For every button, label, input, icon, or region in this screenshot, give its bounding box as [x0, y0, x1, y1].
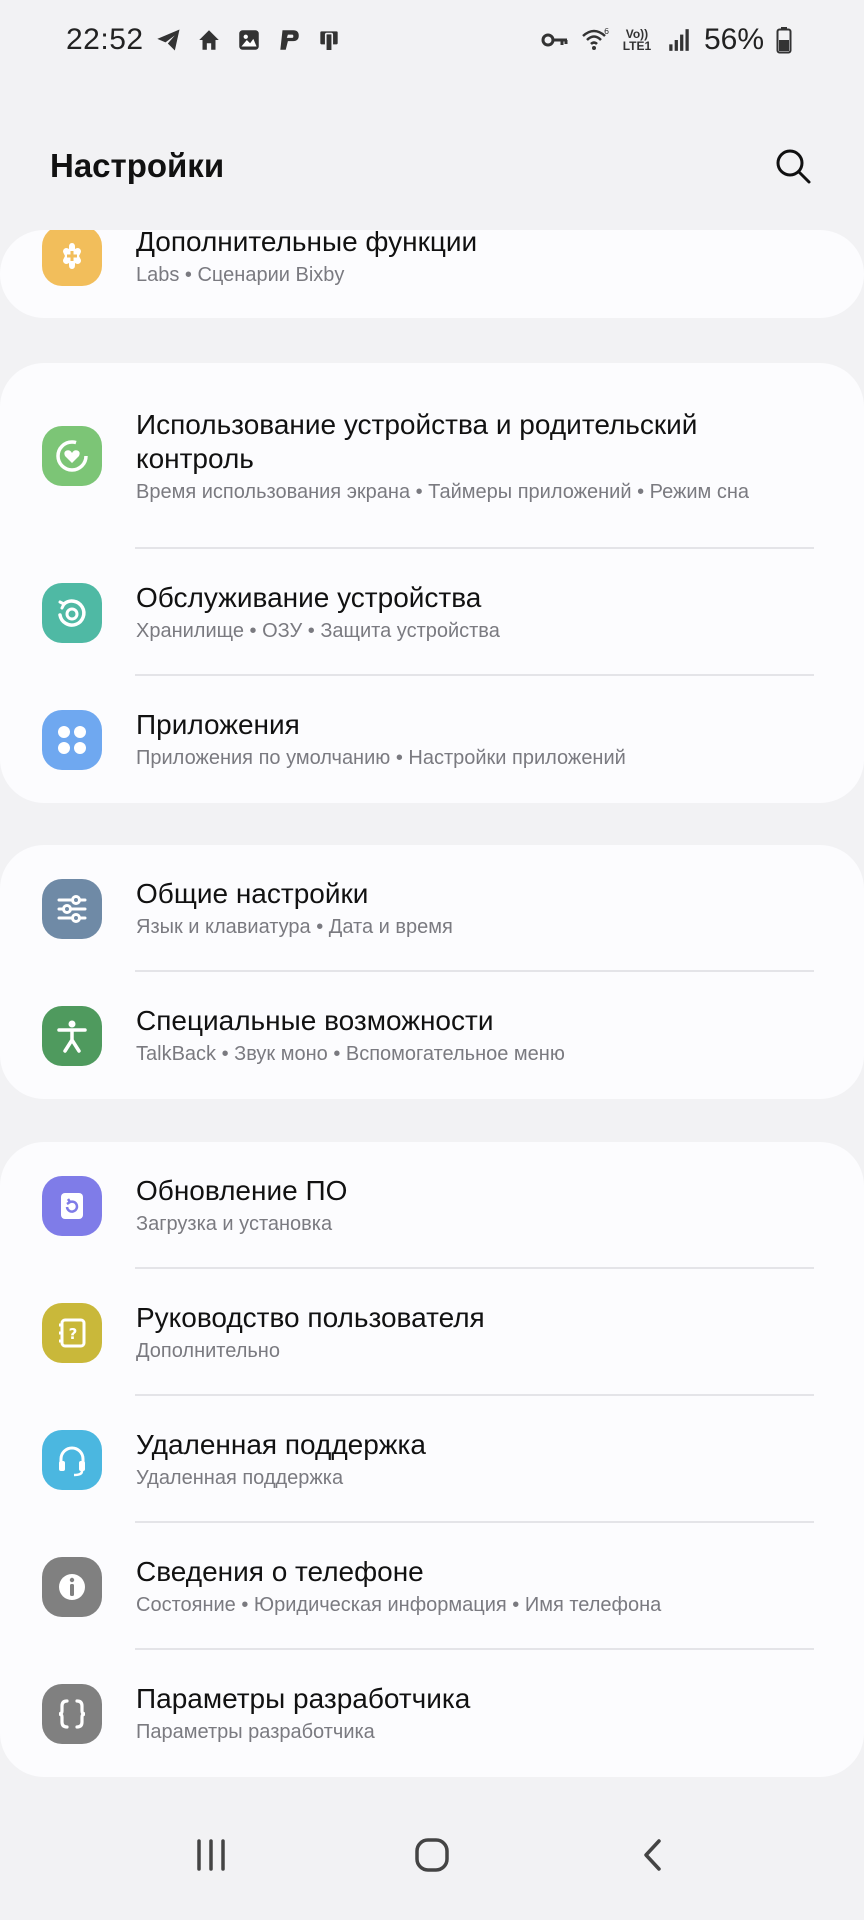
battery-percent: 56% [703, 23, 764, 56]
navigation-bar [0, 1790, 864, 1920]
search-button[interactable] [768, 141, 818, 191]
wifi-6-icon: 6 [580, 25, 610, 55]
settings-item-remote-support[interactable]: Удаленная поддержка Удаленная поддержка [0, 1396, 864, 1523]
search-icon [776, 149, 811, 184]
settings-item-advanced-features[interactable]: Дополнительные функции Labs • Сценарии B… [0, 230, 864, 300]
item-subtitle: Язык и клавиатура • Дата и время [136, 916, 453, 938]
item-title: Руководство пользователя [136, 1302, 485, 1333]
item-subtitle: Приложения по умолчанию • Настройки прил… [136, 747, 626, 769]
item-title: Обслуживание устройства [136, 582, 482, 613]
status-bar-right: 6 Vo)) LTE1 56% [540, 23, 794, 57]
settings-item-apps[interactable]: Приложения Приложения по умолчанию • Нас… [0, 676, 864, 803]
item-subtitle: TalkBack • Звук моно • Вспомогательное м… [136, 1043, 565, 1065]
telegram-icon [154, 25, 184, 55]
vpn-key-icon [540, 25, 570, 55]
device-icon [314, 25, 344, 55]
home-status-icon [194, 25, 224, 55]
page-title: Настройки [50, 147, 225, 184]
about-phone-icon [42, 1556, 102, 1617]
user-manual-icon: ? [42, 1302, 102, 1363]
settings-item-software-update[interactable]: Обновление ПО Загрузка и установка [0, 1142, 864, 1269]
settings-group-device: Использование устройства и родительский … [0, 363, 864, 803]
settings-item-general-management[interactable]: Общие настройки Язык и клавиатура • Дата… [0, 845, 864, 972]
item-title: Обновление ПО [136, 1175, 348, 1206]
item-title: Удаленная поддержка [136, 1429, 426, 1460]
remote-support-icon [42, 1429, 102, 1490]
settings-group-advanced: Дополнительные функции Labs • Сценарии B… [0, 230, 864, 318]
settings-group-support: Обновление ПО Загрузка и установка ? Рук… [0, 1142, 864, 1777]
item-subtitle: Состояние • Юридическая информация • Имя… [136, 1594, 662, 1616]
settings-item-user-manual[interactable]: ? Руководство пользователя Дополнительно [0, 1269, 864, 1396]
settings-item-digital-wellbeing[interactable]: Использование устройства и родительский … [0, 363, 864, 549]
item-subtitle: Время использования экрана • Таймеры при… [136, 480, 750, 503]
settings-group-general: Общие настройки Язык и клавиатура • Дата… [0, 845, 864, 1099]
signal-icon [664, 25, 694, 55]
battery-icon [774, 25, 794, 55]
item-title: Общие настройки [136, 878, 369, 909]
general-management-icon [42, 878, 102, 939]
software-update-icon [42, 1175, 102, 1236]
status-bar: 22:52 6 Vo)) LTE1 56% [0, 0, 864, 80]
item-subtitle: Дополнительно [136, 1340, 280, 1362]
settings-item-accessibility[interactable]: Специальные возможности TalkBack • Звук … [0, 972, 864, 1099]
recent-apps-icon [196, 1839, 225, 1871]
device-care-icon [42, 582, 102, 643]
item-subtitle: Хранилище • ОЗУ • Защита устройства [136, 620, 500, 642]
svg-text:?: ? [69, 1325, 78, 1343]
settings-item-about-phone[interactable]: Сведения о телефоне Состояние • Юридичес… [0, 1523, 864, 1650]
status-bar-left: 22:52 [66, 23, 344, 57]
accessibility-icon [42, 1005, 102, 1066]
home-button[interactable] [387, 1810, 477, 1900]
item-subtitle: Загрузка и установка [136, 1213, 333, 1235]
item-title: Использование устройства и родительский … [136, 408, 698, 474]
back-button[interactable] [608, 1810, 698, 1900]
digital-wellbeing-icon [42, 426, 102, 486]
svg-text:6: 6 [604, 27, 609, 36]
gallery-icon [234, 25, 264, 55]
p-app-icon [274, 25, 304, 55]
status-time: 22:52 [66, 23, 144, 56]
developer-options-icon [42, 1683, 102, 1744]
volte-icon: Vo)) LTE1 [620, 25, 654, 55]
item-title: Специальные возможности [136, 1005, 494, 1036]
item-title: Приложения [136, 709, 300, 740]
volte-label-bottom: LTE1 [622, 39, 652, 53]
advanced-features-icon [42, 230, 102, 286]
back-icon [644, 1839, 662, 1871]
item-title: Параметры разработчика [136, 1683, 471, 1714]
settings-item-developer-options[interactable]: Параметры разработчика Параметры разрабо… [0, 1650, 864, 1777]
app-header: Настройки [0, 130, 864, 202]
item-subtitle: Labs • Сценарии Bixby [136, 263, 345, 286]
item-title: Сведения о телефоне [136, 1556, 424, 1587]
home-icon [415, 1838, 449, 1872]
settings-item-device-care[interactable]: Обслуживание устройства Хранилище • ОЗУ … [0, 549, 864, 676]
item-subtitle: Удаленная поддержка [136, 1467, 344, 1489]
apps-icon [42, 709, 102, 770]
recent-apps-button[interactable] [166, 1810, 256, 1900]
item-subtitle: Параметры разработчика [136, 1721, 375, 1743]
item-title: Дополнительные функции [136, 230, 478, 257]
